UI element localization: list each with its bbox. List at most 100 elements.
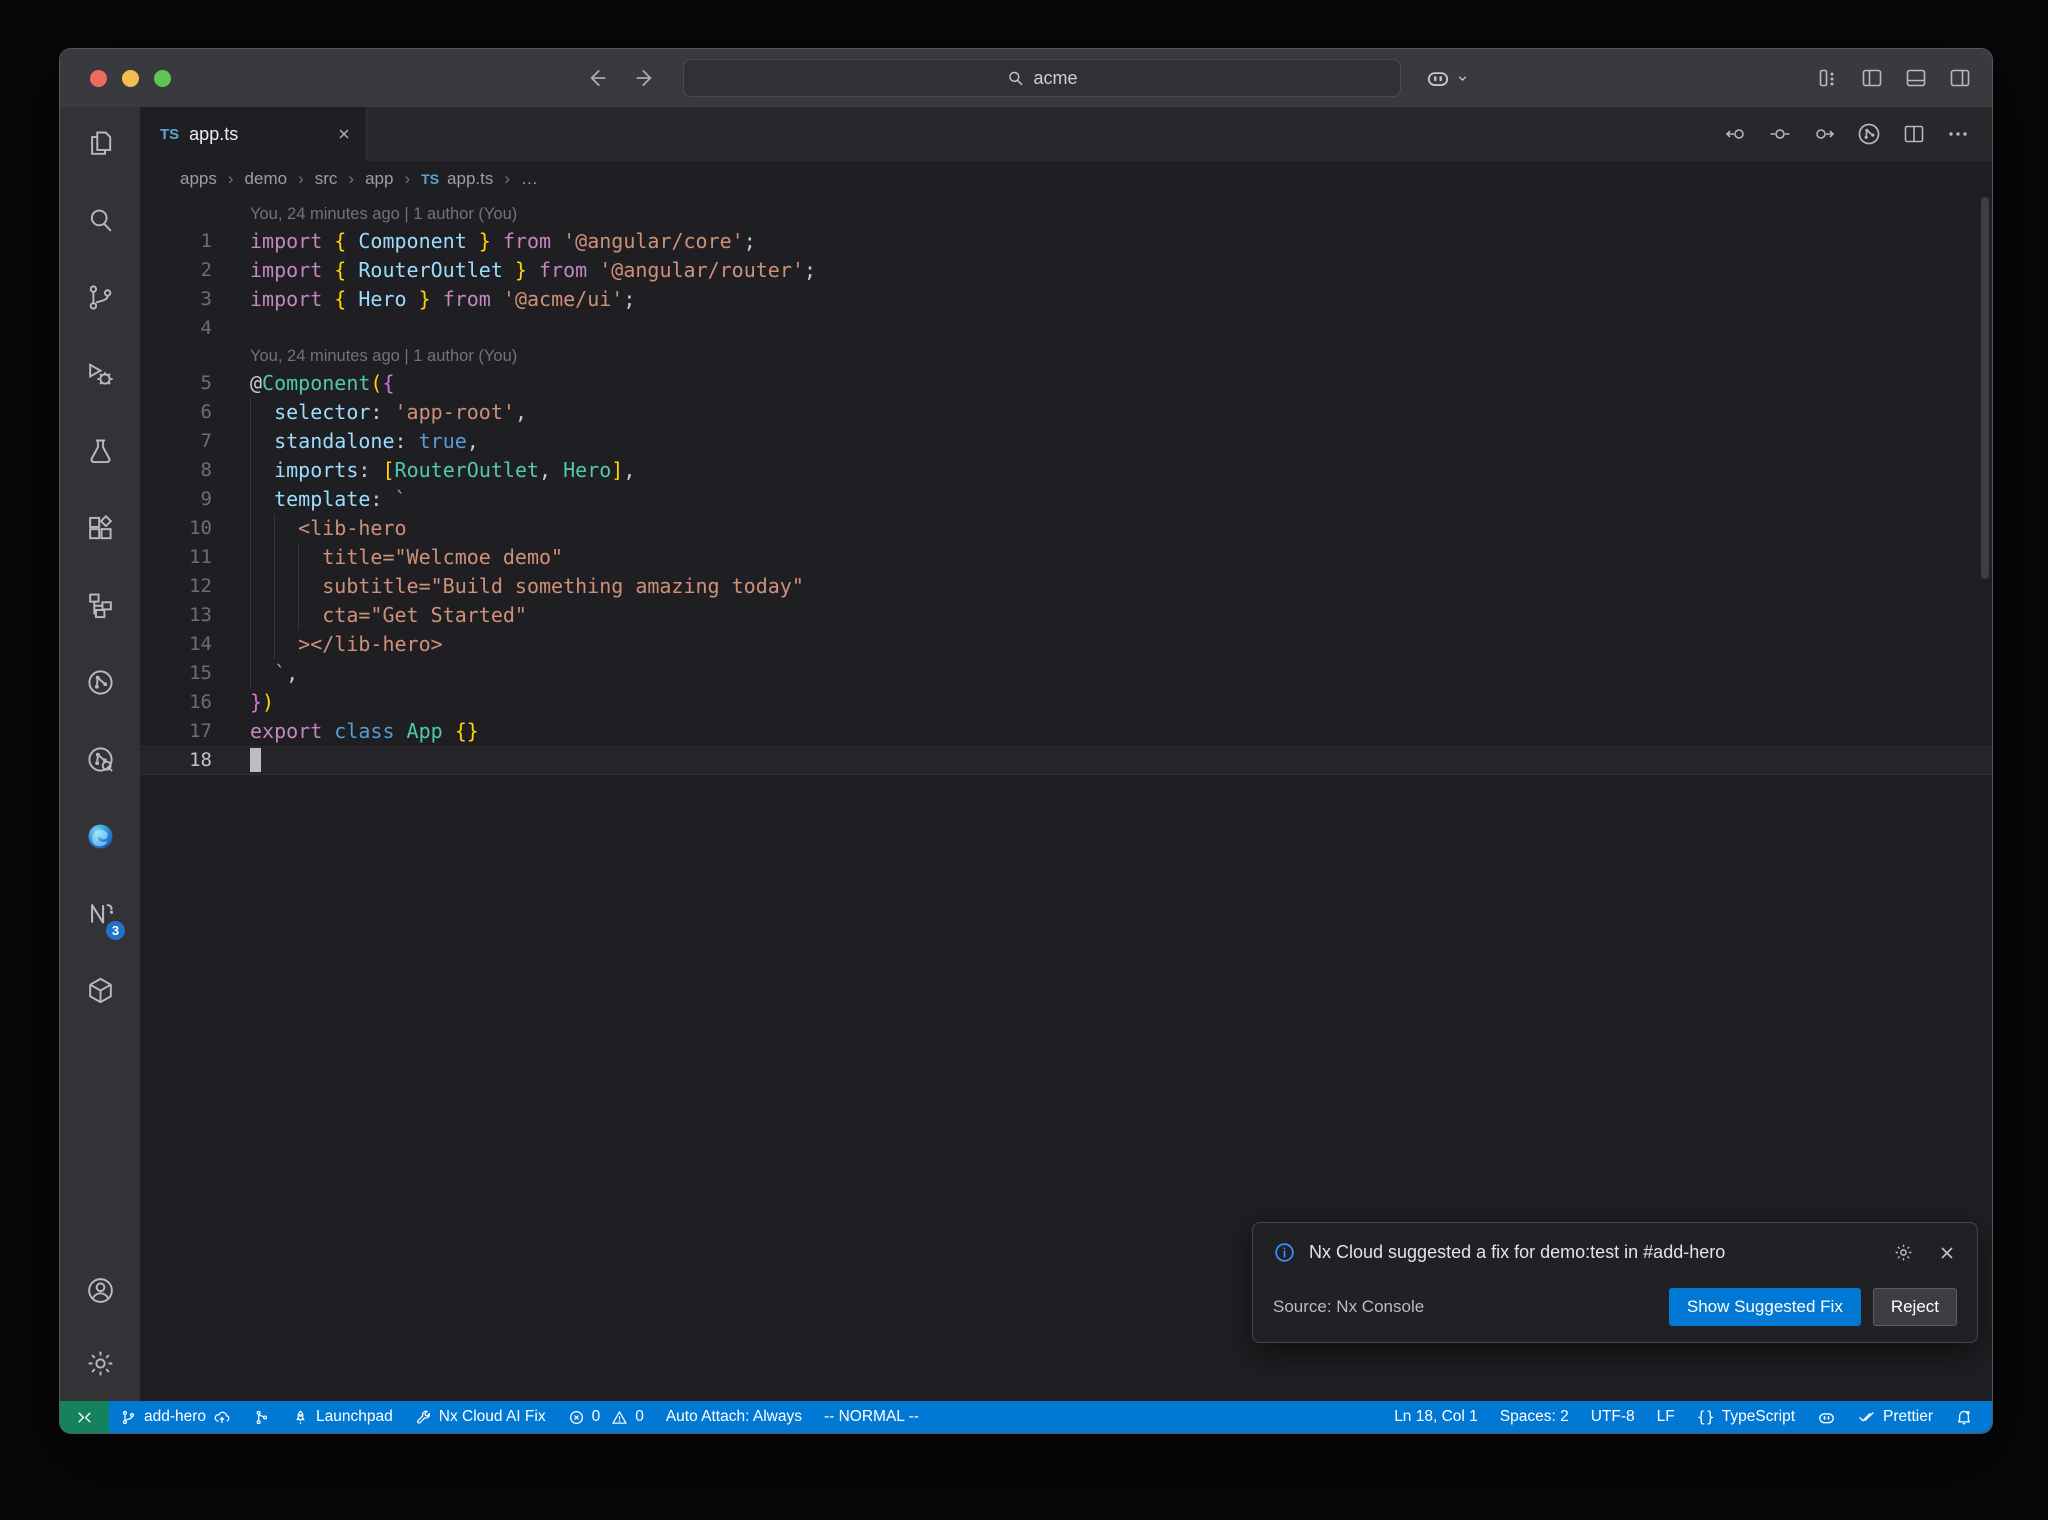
eol-status[interactable]: LF xyxy=(1646,1401,1686,1433)
launchpad-status[interactable]: Launchpad xyxy=(281,1401,404,1433)
code-line[interactable]: 10 <lib-hero xyxy=(140,514,1992,543)
code-line[interactable]: 17 export class App {} xyxy=(140,717,1992,746)
account-button[interactable] xyxy=(60,1254,140,1331)
nx-cloud-fix-status[interactable]: Nx Cloud AI Fix xyxy=(404,1401,557,1433)
sidebar-item-edge-tools[interactable] xyxy=(60,800,140,877)
scrollbar-thumb[interactable] xyxy=(1981,197,1989,579)
git-branch-status[interactable]: add-hero xyxy=(109,1401,242,1433)
window-controls xyxy=(90,69,171,87)
notification-settings-gear-icon[interactable] xyxy=(1893,1242,1914,1263)
code-line[interactable]: 12 subtitle="Build something amazing tod… xyxy=(140,572,1992,601)
vim-mode-status[interactable]: -- NORMAL -- xyxy=(813,1401,930,1433)
breadcrumb-item[interactable]: apps xyxy=(180,169,217,189)
commit-graph-status[interactable] xyxy=(242,1401,281,1433)
breadcrumb: apps › demo › src › app › TS app.ts › … xyxy=(140,161,1992,197)
open-previous-change-icon[interactable] xyxy=(1724,122,1748,146)
code-line[interactable]: 13 cta="Get Started" xyxy=(140,601,1992,630)
breadcrumb-item[interactable]: demo xyxy=(245,169,288,189)
zoom-window-button[interactable] xyxy=(154,69,171,87)
sidebar-item-extensions[interactable] xyxy=(60,492,140,569)
copilot-status[interactable] xyxy=(1806,1401,1847,1433)
tab-label: app.ts xyxy=(189,123,239,144)
code-line[interactable]: 14 ></lib-hero> xyxy=(140,630,1992,659)
branch-name: add-hero xyxy=(144,1408,207,1425)
reject-button[interactable]: Reject xyxy=(1872,1288,1957,1326)
notification-close-icon[interactable] xyxy=(1937,1243,1957,1263)
open-next-change-icon[interactable] xyxy=(1812,122,1836,146)
indent-guide xyxy=(274,543,275,572)
breadcrumb-separator: › xyxy=(404,169,411,188)
formatter-status[interactable]: Prettier xyxy=(1847,1401,1944,1433)
bell-icon xyxy=(1957,1410,1971,1425)
sidebar-item-search[interactable] xyxy=(60,184,140,261)
breadcrumb-file[interactable]: app.ts xyxy=(447,169,493,189)
sidebar-item-nx-graph-search[interactable] xyxy=(60,723,140,800)
toggle-panel-icon[interactable] xyxy=(1904,66,1928,90)
sidebar-item-testing[interactable] xyxy=(60,415,140,492)
editor[interactable]: You, 24 minutes ago | 1 author (You) 1 imp… xyxy=(140,197,1992,1401)
graph-search-icon xyxy=(85,744,116,780)
navigate-back-icon[interactable] xyxy=(583,65,609,91)
gear-icon xyxy=(85,1348,116,1384)
more-actions-icon[interactable] xyxy=(1946,122,1970,146)
code-line[interactable]: 7 standalone: true, xyxy=(140,427,1992,456)
settings-button[interactable] xyxy=(60,1331,140,1401)
code-line[interactable]: 5 @Component({ xyxy=(140,369,1992,398)
code-line[interactable]: 15 `, xyxy=(140,659,1992,688)
copilot-icon xyxy=(1819,1412,1834,1423)
breadcrumb-overflow[interactable]: … xyxy=(521,169,538,189)
sidebar-item-nx-project-graph[interactable] xyxy=(60,646,140,723)
code-line[interactable]: 2 import { RouterOutlet } from '@angular/… xyxy=(140,256,1992,285)
nx-run-target-icon[interactable] xyxy=(1856,121,1882,147)
split-editor-icon[interactable] xyxy=(1902,122,1926,146)
close-tab-icon[interactable] xyxy=(336,126,352,142)
indent-guide xyxy=(298,601,299,630)
sidebar-item-explorer[interactable] xyxy=(60,107,140,184)
auto-attach-status[interactable]: Auto Attach: Always xyxy=(655,1401,813,1433)
gitlens-annotation: You, 24 minutes ago | 1 author (You) xyxy=(250,205,518,223)
sidebar-item-nx-console[interactable]: 3 xyxy=(60,877,140,954)
cursor-position-status[interactable]: Ln 18, Col 1 xyxy=(1383,1401,1489,1433)
command-center-search[interactable]: acme xyxy=(683,59,1401,97)
code-line[interactable]: 16}) xyxy=(140,688,1992,717)
breadcrumb-item[interactable]: src xyxy=(315,169,338,189)
sidebar-item-hierarchy[interactable] xyxy=(60,569,140,646)
sidebar-item-package-explorer[interactable] xyxy=(60,954,140,1031)
customize-layout-icon[interactable] xyxy=(1816,66,1840,90)
copilot-menu[interactable] xyxy=(1425,65,1469,91)
language-mode-status[interactable]: {} TypeScript xyxy=(1686,1401,1806,1433)
code-line[interactable]: 4 xyxy=(140,314,1992,343)
code-line[interactable]: 9 template: ` xyxy=(140,485,1992,514)
indentation-status[interactable]: Spaces: 2 xyxy=(1489,1401,1580,1433)
encoding-status[interactable]: UTF-8 xyxy=(1580,1401,1646,1433)
notification-source: Source: Nx Console xyxy=(1273,1297,1425,1316)
tab-app-ts[interactable]: TS app.ts xyxy=(140,107,367,161)
code-line[interactable]: 6 selector: 'app-root', xyxy=(140,398,1992,427)
show-suggested-fix-button[interactable]: Show Suggested Fix xyxy=(1668,1288,1861,1326)
toggle-primary-sidebar-icon[interactable] xyxy=(1860,66,1884,90)
launchpad-label: Launchpad xyxy=(316,1408,393,1425)
typescript-file-icon: TS xyxy=(421,171,440,187)
notifications-bell[interactable] xyxy=(1944,1401,1984,1433)
navigate-forward-icon[interactable] xyxy=(633,65,659,91)
code-line[interactable]: 3 import { Hero } from '@acme/ui'; xyxy=(140,285,1992,314)
indent-guide xyxy=(274,572,275,601)
code-line[interactable]: 1 import { Component } from '@angular/cor… xyxy=(140,227,1992,256)
rocket-icon xyxy=(296,1410,305,1424)
breadcrumb-item[interactable]: app xyxy=(365,169,393,189)
code-line[interactable]: 18 xyxy=(140,746,1992,775)
close-window-button[interactable] xyxy=(90,69,107,87)
minimize-window-button[interactable] xyxy=(122,69,139,87)
remote-indicator[interactable] xyxy=(60,1401,109,1433)
warning-icon xyxy=(612,1410,627,1424)
sidebar-item-run-debug[interactable] xyxy=(60,338,140,415)
toggle-secondary-sidebar-icon[interactable] xyxy=(1948,66,1972,90)
code-line[interactable]: 8 imports: [RouterOutlet, Hero], xyxy=(140,456,1992,485)
wrench-icon xyxy=(416,1410,430,1424)
code-line[interactable]: 11 title="Welcmoe demo" xyxy=(140,543,1992,572)
problems-status[interactable]: 0 0 xyxy=(557,1401,655,1433)
open-change-icon[interactable] xyxy=(1768,122,1792,146)
breadcrumb-separator: › xyxy=(348,169,355,188)
indent-guide xyxy=(250,398,251,427)
sidebar-item-source-control[interactable] xyxy=(60,261,140,338)
